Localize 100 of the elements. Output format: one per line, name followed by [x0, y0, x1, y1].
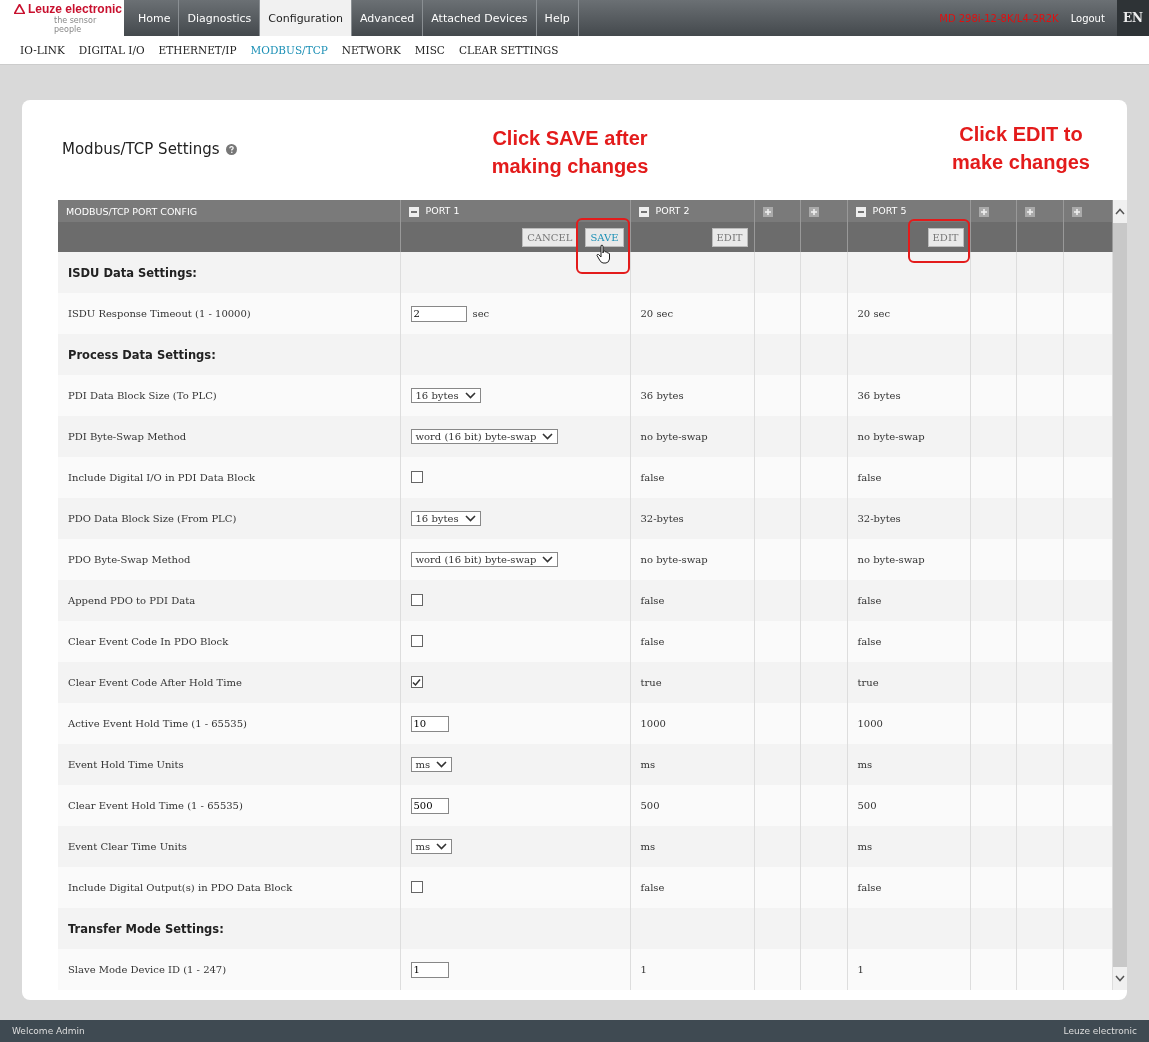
setting-label: Event Hold Time Units	[58, 744, 400, 785]
setting-value: 500	[640, 800, 660, 811]
checkbox[interactable]	[410, 593, 423, 606]
dropdown[interactable]: word (16 bit) byte-swap	[410, 552, 559, 567]
language-button[interactable]: EN	[1116, 0, 1149, 36]
setting-label: PDO Byte-Swap Method	[58, 539, 400, 580]
dropdown[interactable]: word (16 bit) byte-swap	[410, 429, 559, 444]
column-header[interactable]: PORT 5	[847, 200, 970, 222]
section-heading: Process Data Settings:	[58, 334, 400, 375]
subnav-link[interactable]: NETWORK	[341, 44, 401, 56]
footer-brand: Leuze electronic	[1063, 1026, 1137, 1036]
chevron-down-icon[interactable]	[436, 761, 448, 768]
unit-label: sec	[472, 308, 490, 319]
expand-icon[interactable]	[762, 206, 773, 217]
help-icon[interactable]	[225, 143, 237, 155]
section-heading: Transfer Mode Settings:	[58, 908, 400, 949]
setting-label: Event Clear Time Units	[58, 826, 400, 867]
expand-icon[interactable]	[808, 206, 819, 217]
welcome-text: Welcome Admin	[12, 1026, 85, 1036]
subnav-link[interactable]: MISC	[414, 44, 445, 56]
setting-value: 36 bytes	[857, 390, 901, 401]
setting-label: Active Event Hold Time (1 - 65535)	[58, 703, 400, 744]
setting-value: false	[640, 595, 665, 606]
setting-value: 20 sec	[640, 308, 674, 319]
checkbox[interactable]	[410, 634, 423, 647]
scroll-down-icon[interactable]	[1114, 975, 1125, 982]
column-header[interactable]: PORT 1	[400, 200, 630, 222]
collapse-icon[interactable]	[408, 206, 419, 217]
collapse-icon[interactable]	[855, 206, 866, 217]
action-button[interactable]: EDIT	[711, 227, 748, 247]
page-title: Modbus/TCP Settings	[62, 140, 220, 158]
setting-value: true	[640, 677, 662, 688]
setting-value: 1	[857, 964, 864, 975]
setting-value: no byte-swap	[640, 431, 708, 442]
setting-value: no byte-swap	[857, 554, 925, 565]
setting-value: 1000	[857, 718, 883, 729]
setting-value: 1000	[640, 718, 666, 729]
device-model: MD 298i-12-8K/L4-2R2K	[939, 11, 1059, 26]
setting-value: ms	[640, 759, 656, 770]
column-header[interactable]: PORT 2	[630, 200, 754, 222]
setting-value: 1	[640, 964, 647, 975]
annotation-text: Click SAVE after making changes	[490, 126, 650, 179]
subnav-link[interactable]: CLEAR SETTINGS	[458, 44, 559, 56]
logo-tagline: the sensor people	[54, 16, 98, 34]
setting-label: Clear Event Code After Hold Time	[58, 662, 400, 703]
setting-value: false	[857, 882, 882, 893]
logout-link[interactable]: Logout	[1070, 0, 1105, 36]
logo-brand: Leuze electronic	[28, 2, 123, 16]
subnav-link[interactable]: MODBUS/TCP	[250, 44, 328, 56]
setting-label: PDI Byte-Swap Method	[58, 416, 400, 457]
input-field[interactable]: 2	[410, 305, 467, 322]
section-heading: ISDU Data Settings:	[58, 252, 400, 293]
action-button[interactable]: CANCEL	[522, 227, 578, 247]
setting-value: ms	[857, 841, 873, 852]
setting-value: ms	[640, 841, 656, 852]
setting-value: false	[640, 882, 665, 893]
subnav-link[interactable]: ETHERNET/IP	[158, 44, 237, 56]
chevron-down-icon[interactable]	[464, 392, 476, 399]
column-header: MODBUS/TCP PORT CONFIG	[58, 200, 400, 222]
checkbox[interactable]	[410, 676, 423, 689]
dropdown[interactable]: ms	[410, 839, 453, 854]
dropdown[interactable]: ms	[410, 757, 453, 772]
expand-icon[interactable]	[1024, 206, 1035, 217]
chevron-down-icon[interactable]	[542, 556, 554, 563]
action-button[interactable]: EDIT	[927, 227, 964, 247]
setting-value: 32-bytes	[640, 513, 684, 524]
setting-value: false	[857, 472, 882, 483]
checkbox[interactable]	[410, 470, 423, 483]
collapse-icon[interactable]	[638, 206, 649, 217]
setting-label: PDO Data Block Size (From PLC)	[58, 498, 400, 539]
expand-icon[interactable]	[1071, 206, 1082, 217]
setting-label: Clear Event Hold Time (1 - 65535)	[58, 785, 400, 826]
chevron-down-icon[interactable]	[542, 433, 554, 440]
setting-label: Include Digital I/O in PDI Data Block	[58, 457, 400, 498]
setting-value: no byte-swap	[857, 431, 925, 442]
setting-value: 500	[857, 800, 877, 811]
setting-value: no byte-swap	[640, 554, 708, 565]
setting-label: Clear Event Code In PDO Block	[58, 621, 400, 662]
expand-icon[interactable]	[978, 206, 989, 217]
scroll-up-icon[interactable]	[1114, 208, 1125, 215]
subnav-link[interactable]: DIGITAL I/O	[78, 44, 145, 56]
subnav-link[interactable]: IO-LINK	[20, 44, 65, 56]
setting-label: Append PDO to PDI Data	[58, 580, 400, 621]
setting-value: false	[640, 636, 665, 647]
setting-value: 32-bytes	[857, 513, 901, 524]
dropdown[interactable]: 16 bytes	[410, 511, 481, 526]
setting-value: false	[640, 472, 665, 483]
chevron-down-icon[interactable]	[464, 515, 476, 522]
checkbox[interactable]	[410, 880, 423, 893]
nav-tab[interactable]: Configuration	[260, 0, 352, 36]
setting-value: true	[857, 677, 879, 688]
chevron-down-icon[interactable]	[436, 843, 448, 850]
input-field[interactable]: 1	[410, 961, 449, 978]
setting-label: ISDU Response Timeout (1 - 10000)	[58, 293, 400, 334]
setting-label: Slave Mode Device ID (1 - 247)	[58, 949, 400, 990]
input-field[interactable]: 10	[410, 715, 449, 732]
triangle-icon	[14, 4, 25, 14]
setting-value: 20 sec	[857, 308, 891, 319]
dropdown[interactable]: 16 bytes	[410, 388, 481, 403]
input-field[interactable]: 500	[410, 797, 449, 814]
